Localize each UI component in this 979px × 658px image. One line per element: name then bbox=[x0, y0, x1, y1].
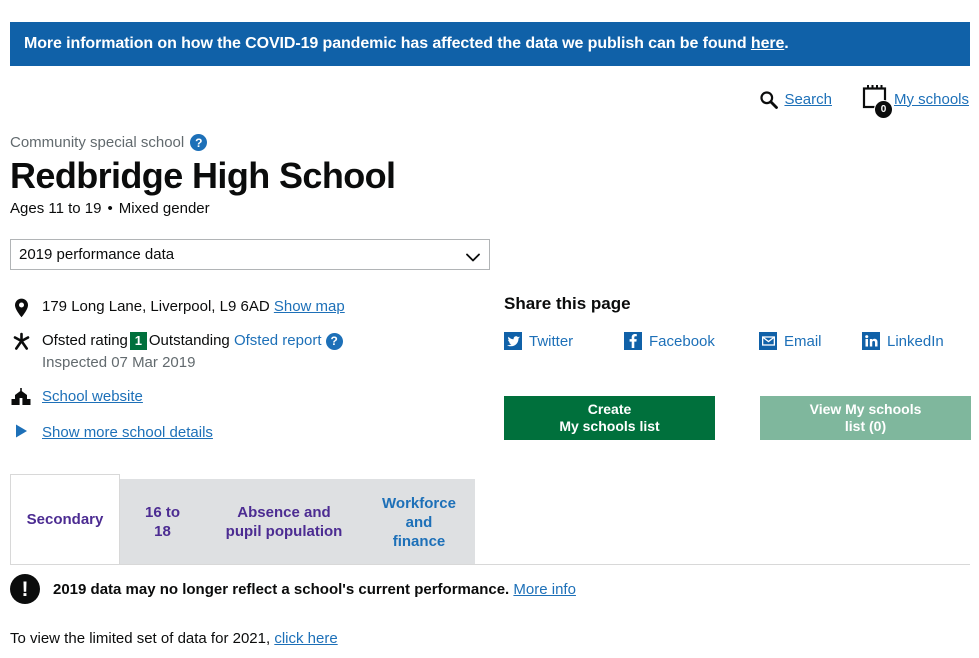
tab-absence-and-pupil-population[interactable]: Absence and pupil population bbox=[205, 479, 363, 565]
email-icon bbox=[759, 332, 777, 350]
share-email[interactable]: Email bbox=[759, 332, 862, 350]
map-pin-icon bbox=[10, 297, 32, 318]
ofsted-rating-badge: 1 bbox=[129, 332, 147, 351]
create-button-line1: Create bbox=[587, 401, 632, 417]
share-facebook-label: Facebook bbox=[649, 332, 715, 350]
share-twitter[interactable]: Twitter bbox=[504, 332, 624, 350]
exclamation-icon: ! bbox=[10, 574, 40, 604]
show-map-link[interactable]: Show map bbox=[274, 298, 345, 315]
covid-banner-text-before: More information on how the COVID-19 pan… bbox=[24, 35, 751, 52]
school-ages: Ages 11 to 19 bbox=[10, 200, 102, 217]
utility-nav: Search 0 My schools bbox=[759, 84, 969, 119]
page-root: More information on how the COVID-19 pan… bbox=[0, 0, 979, 658]
share-twitter-label: Twitter bbox=[529, 332, 574, 350]
detail-row-ofsted: Ofsted rating 1 Outstanding Ofsted report … bbox=[10, 331, 490, 373]
footnote-text: To view the limited set of data for 2021… bbox=[10, 630, 275, 647]
ofsted-star-icon bbox=[10, 331, 32, 351]
more-info-link[interactable]: More info bbox=[513, 581, 576, 598]
tab-workforce-and-finance[interactable]: Workforce and finance bbox=[363, 479, 475, 565]
detail-row-address: 179 Long Lane, Liverpool, L9 6AD Show ma… bbox=[10, 297, 490, 318]
tab-absence-line2: pupil population bbox=[225, 523, 343, 540]
view-button-line2: list (0) bbox=[844, 418, 887, 434]
school-type: Community special school ? bbox=[10, 134, 208, 151]
page-title: Redbridge High School bbox=[10, 155, 396, 196]
covid-info-banner: More information on how the COVID-19 pan… bbox=[10, 22, 970, 66]
covid-banner-text: More information on how the COVID-19 pan… bbox=[10, 35, 789, 53]
ofsted-inspected-date: Inspected 07 Mar 2019 bbox=[42, 354, 196, 371]
tab-16-to-18-label: 16 to 18 bbox=[144, 504, 180, 540]
share-section: Share this page Twitter Facebook Email L… bbox=[504, 294, 974, 350]
ofsted-rating-value: Outstanding bbox=[148, 332, 230, 349]
tab-absence-label: Absence and pupil population bbox=[226, 503, 343, 541]
twitter-icon bbox=[504, 332, 522, 350]
covid-banner-text-after: . bbox=[784, 35, 789, 52]
school-website-link[interactable]: School website bbox=[42, 388, 143, 405]
detail-row-website: School website bbox=[10, 387, 490, 407]
share-email-label: Email bbox=[784, 332, 822, 350]
share-facebook[interactable]: Facebook bbox=[624, 332, 759, 350]
question-mark-icon[interactable]: ? bbox=[190, 134, 208, 151]
tab-workforce-line2: and finance bbox=[392, 513, 446, 550]
address-text: 179 Long Lane, Liverpool, L9 6AD Show ma… bbox=[42, 297, 345, 317]
tab-secondary-label: Secondary bbox=[26, 511, 104, 528]
notepad-icon: 0 bbox=[862, 84, 893, 119]
tabs-divider bbox=[10, 564, 970, 565]
create-button-line2: My schools list bbox=[559, 418, 660, 434]
ofsted-rating-label: Ofsted rating bbox=[42, 332, 128, 349]
ofsted-block: Ofsted rating 1 Outstanding Ofsted report … bbox=[42, 331, 343, 373]
notice-message: 2019 data may no longer reflect a school… bbox=[53, 580, 510, 598]
meta-separator: • bbox=[107, 200, 113, 217]
school-gender: Mixed gender bbox=[118, 200, 210, 217]
more-details-text: Show more school details bbox=[42, 423, 213, 443]
share-links-row: Twitter Facebook Email LinkedIn bbox=[504, 332, 974, 350]
show-more-details-link[interactable]: Show more school details bbox=[42, 424, 213, 441]
ofsted-report-link[interactable]: Ofsted report bbox=[234, 332, 322, 349]
click-here-link[interactable]: click here bbox=[274, 630, 337, 647]
search-icon bbox=[759, 90, 779, 109]
tab-workforce-label: Workforce and finance bbox=[378, 494, 460, 551]
share-linkedin-label: LinkedIn bbox=[887, 332, 944, 350]
triangle-right-icon bbox=[10, 423, 32, 438]
my-schools-button[interactable]: 0 My schools bbox=[862, 84, 969, 119]
address-value: 179 Long Lane, Liverpool, L9 6AD bbox=[42, 298, 270, 315]
detail-row-more-details[interactable]: Show more school details bbox=[10, 423, 490, 443]
search-button[interactable]: Search bbox=[759, 90, 832, 109]
covid-banner-here-link[interactable]: here bbox=[751, 35, 785, 52]
school-details-list: 179 Long Lane, Liverpool, L9 6AD Show ma… bbox=[10, 297, 490, 456]
school-type-label: Community special school bbox=[10, 134, 185, 151]
data-age-notice: ! 2019 data may no longer reflect a scho… bbox=[10, 574, 576, 604]
view-my-schools-list-button[interactable]: View My schools list (0) bbox=[760, 396, 971, 440]
my-schools-count-badge: 0 bbox=[873, 100, 893, 119]
tab-secondary[interactable]: Secondary bbox=[10, 474, 120, 565]
create-my-schools-list-button[interactable]: Create My schools list bbox=[504, 396, 715, 440]
share-linkedin[interactable]: LinkedIn bbox=[862, 332, 944, 350]
my-schools-label: My schools bbox=[893, 90, 969, 108]
footnote: To view the limited set of data for 2021… bbox=[10, 630, 338, 647]
school-building-icon bbox=[10, 387, 32, 406]
question-mark-icon[interactable]: ? bbox=[325, 332, 343, 350]
facebook-icon bbox=[624, 332, 642, 350]
tab-workforce-line1: Workforce bbox=[382, 494, 456, 512]
search-label: Search bbox=[784, 90, 832, 108]
tab-16-to-18[interactable]: 16 to 18 bbox=[120, 479, 205, 565]
notice-text: 2019 data may no longer reflect a school… bbox=[53, 581, 576, 598]
performance-year-select[interactable]: 2019 performance data bbox=[10, 239, 490, 270]
school-meta: Ages 11 to 19 • Mixed gender bbox=[10, 200, 210, 217]
view-button-line1: View My schools bbox=[809, 401, 922, 417]
share-title: Share this page bbox=[504, 294, 631, 313]
performance-tabs: Secondary 16 to 18 Absence and pupil pop… bbox=[10, 474, 475, 565]
linkedin-icon bbox=[862, 332, 880, 350]
school-website-text: School website bbox=[42, 387, 143, 407]
tab-absence-line1: Absence and bbox=[237, 504, 331, 521]
